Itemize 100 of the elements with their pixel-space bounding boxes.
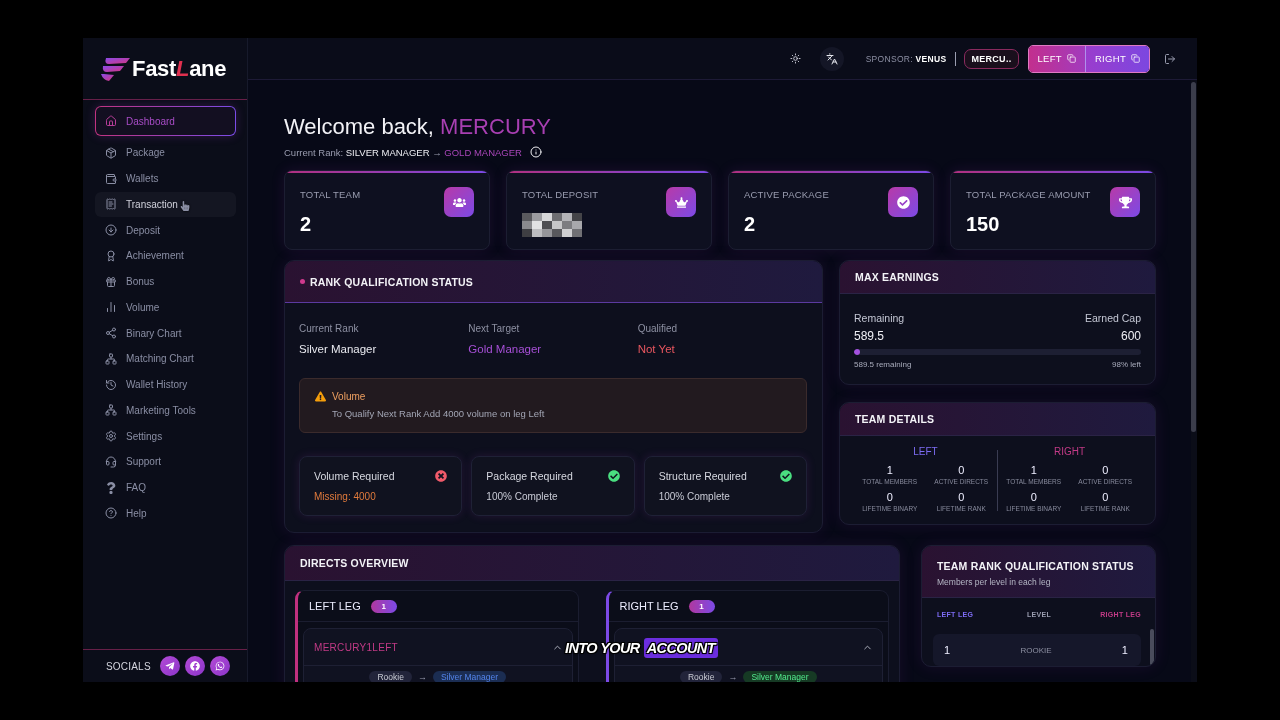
earnings-label: Remaining: [854, 311, 905, 325]
nav-item[interactable]: Bonus: [95, 268, 236, 295]
paper-plane-icon[interactable]: [159, 656, 180, 676]
translate-icon[interactable]: [819, 46, 844, 71]
stat-value: 2: [744, 212, 757, 236]
nav-item[interactable]: Help: [95, 500, 236, 527]
sponsor-text: SPONSOR: VENUS: [865, 53, 947, 64]
nav-item[interactable]: Package: [95, 140, 236, 166]
team-stat-value: 0: [958, 491, 965, 503]
stat-value: 150: [966, 212, 1001, 236]
facebook-icon[interactable]: [184, 656, 205, 676]
table-cell-text: ROOKIE: [1019, 645, 1053, 655]
nav-item[interactable]: Matching Chart: [95, 346, 236, 372]
stat-label: TOTAL PACKAGE AMOUNT: [966, 189, 1091, 201]
copy-icon: [1066, 54, 1076, 63]
cursor-icon: [180, 200, 190, 211]
home-icon: [105, 115, 117, 127]
history-icon: [105, 378, 117, 391]
network-icon: [105, 404, 117, 417]
field-value: Not Yet: [637, 342, 676, 356]
referral-link-button[interactable]: RIGHT: [1084, 45, 1149, 72]
requirement-title: Structure Required: [658, 470, 747, 482]
logout-icon[interactable]: [1164, 52, 1176, 65]
gift-icon: [105, 275, 117, 288]
progress-note: 98% left: [1112, 359, 1141, 370]
requirement-detail: Missing: 4000: [314, 490, 377, 504]
stat-label: TOTAL TEAM: [300, 189, 361, 201]
nav-item[interactable]: Dashboard: [95, 106, 236, 136]
leg-name: LEFT: [913, 446, 938, 458]
warning-icon: [315, 390, 326, 402]
requirement-detail: 100% Complete: [486, 490, 559, 504]
nav-item[interactable]: Wallets: [95, 165, 236, 192]
rank-chip: Rookie: [679, 671, 723, 682]
nav-item[interactable]: FAQ: [95, 474, 236, 501]
scrollbar-thumb[interactable]: [1191, 82, 1196, 432]
nav-item[interactable]: Deposit: [95, 217, 236, 243]
field-value: Silver Manager: [299, 342, 378, 356]
caption-text: ACCOUNT: [643, 638, 718, 658]
headset-icon: [105, 455, 117, 468]
referral-link-button[interactable]: LEFT: [1028, 45, 1085, 72]
nav-item[interactable]: Marketing Tools: [95, 397, 236, 424]
team-stat-value: 1: [886, 464, 893, 476]
leg-title: LEFT LEG: [309, 600, 361, 612]
progress-note: 589.5 remaining: [854, 359, 912, 370]
earnings-label: Earned Cap: [1084, 311, 1141, 325]
nav-item[interactable]: Volume: [95, 294, 236, 321]
field-label: Next Target: [468, 323, 521, 335]
nav-item[interactable]: Settings: [95, 423, 236, 449]
help-icon: [105, 507, 117, 520]
network-icon: [105, 352, 117, 365]
stat-label: ACTIVE PACKAGE: [744, 189, 829, 201]
arrow-down-circle-icon: [105, 224, 117, 237]
count-badge: 1: [370, 599, 397, 613]
field-label: Current Rank: [299, 323, 360, 335]
sun-icon[interactable]: [789, 53, 801, 64]
nav-item[interactable]: Wallet History: [95, 371, 236, 398]
nav-item[interactable]: Support: [95, 449, 236, 475]
field-label: Qualified: [637, 323, 679, 335]
rank-chip: Silver Manager: [432, 671, 507, 682]
requirement-title: Package Required: [486, 470, 573, 482]
requirement-detail: 100% Complete: [658, 490, 731, 504]
nav-item[interactable]: Transaction: [95, 191, 236, 218]
user-menu-button[interactable]: MERCU..: [964, 48, 1019, 69]
welcome-heading: Welcome back, MERCURY: [284, 113, 552, 141]
bar-chart-icon: [105, 301, 117, 314]
share-icon: [105, 327, 117, 340]
question-mark-icon: [105, 481, 117, 494]
pixelated-value-drawing: [522, 213, 582, 237]
info-icon[interactable]: [529, 146, 542, 158]
arrow-text: →: [417, 672, 427, 682]
team-stat-value: 0: [1030, 491, 1037, 503]
count-badge: 1: [688, 599, 715, 613]
crown-icon: [666, 187, 696, 217]
award-icon: [105, 249, 117, 262]
stat-value: 2: [300, 212, 313, 236]
settings-icon: [105, 430, 117, 443]
wallet-icon: [105, 172, 117, 185]
package-icon: [105, 146, 117, 159]
member-name: MERCURY1LEFT: [314, 641, 398, 653]
scrollbar-thumb[interactable]: [1150, 629, 1154, 666]
wing-icon: [100, 56, 130, 81]
table-cell-text: 1: [1120, 644, 1128, 656]
nav-item[interactable]: Achievement: [95, 243, 236, 269]
rank-progress-text: Current Rank: SILVER MANAGER → GOLD MANAGER: [284, 146, 522, 158]
card-title: RANK QUALIFICATION STATUS: [310, 275, 474, 288]
card-title: TEAM DETAILS: [855, 413, 935, 425]
earnings-value: 589.5: [854, 329, 885, 343]
card-title: MAX EARNINGS: [855, 271, 940, 283]
receipt-icon: [105, 198, 117, 211]
card-subtitle: Members per level in each leg: [937, 576, 1052, 588]
users-icon: [444, 187, 474, 217]
team-stat-value: 0: [1102, 464, 1109, 476]
rank-chip: Rookie: [369, 671, 412, 682]
nav-item[interactable]: Binary Chart: [95, 320, 236, 346]
card-title: DIRECTS OVERVIEW: [300, 557, 409, 569]
stat-label: TOTAL DEPOSIT: [522, 189, 599, 201]
leg-name: RIGHT: [1053, 446, 1086, 458]
logo-text: FastLane: [132, 55, 227, 82]
trophy-icon: [1110, 187, 1140, 217]
whatsapp-icon[interactable]: [209, 656, 230, 676]
